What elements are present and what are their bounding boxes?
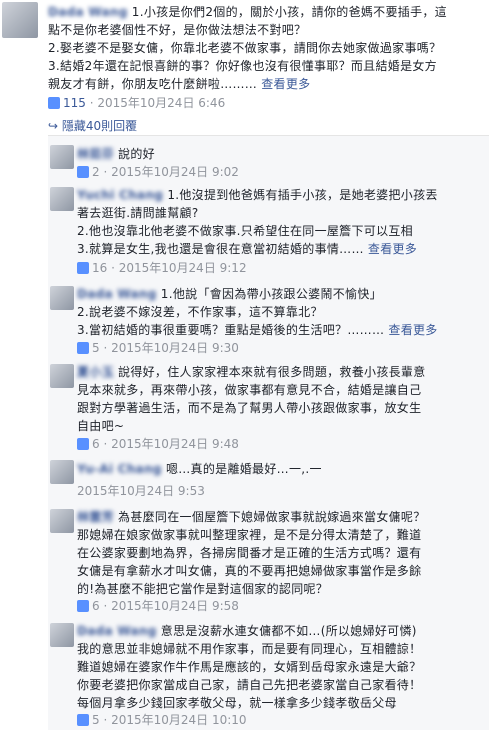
author-name[interactable]: 夏小玉 — [77, 365, 114, 379]
reply-meta: 5 · 2015年10月24日 10:10 — [77, 711, 487, 729]
timestamp[interactable]: 2015年10月24日 9:48 — [111, 437, 239, 451]
avatar[interactable] — [50, 623, 74, 647]
like-icon[interactable] — [77, 438, 89, 450]
reply-meta: 5 · 2015年10月24日 9:30 — [77, 339, 487, 357]
timestamp[interactable]: 2015年10月24日 9:12 — [119, 261, 247, 275]
reply-meta: 2015年10月24日 9:53 — [77, 482, 487, 500]
avatar[interactable] — [50, 145, 74, 169]
reply-text: Yu-Ai Chang 嗯…真的是離婚最好…一,.一 — [77, 462, 322, 476]
like-icon[interactable] — [77, 600, 89, 612]
reply-text: 林茹芬 說的好 — [77, 147, 155, 161]
author-name[interactable]: Dada Wang — [77, 287, 157, 301]
see-more-link[interactable]: 查看更多 — [368, 242, 417, 256]
like-icon[interactable] — [77, 262, 89, 274]
timestamp[interactable]: 2015年10月24日 9:53 — [77, 484, 205, 498]
reply-meta: 16 · 2015年10月24日 9:12 — [77, 259, 487, 277]
like-icon[interactable] — [48, 97, 60, 109]
author-name[interactable]: Yu-Ai Chang — [77, 462, 162, 476]
like-count: 115 — [63, 96, 86, 110]
author-name[interactable]: 林茹芬 — [77, 147, 114, 161]
like-icon[interactable] — [77, 714, 89, 726]
author-name[interactable]: Dada Wang — [77, 624, 157, 638]
reply-text: 林雲芳 為甚麼同在一個屋簷下媳婦做家事就說嫁過來當女傭呢？ 那媳婦在娘家做家事就… — [77, 510, 426, 596]
see-more-link[interactable]: 查看更多 — [261, 77, 310, 91]
reply-meta: 6 · 2015年10月24日 9:48 — [77, 435, 487, 453]
comment-meta: 115 · 2015年10月24日 6:46 — [48, 94, 225, 112]
comment-text: Dada Wang 1.小孩是你們2個的，關於小孩，請你的爸媽不要插手，這 點不… — [48, 5, 447, 91]
avatar[interactable] — [2, 2, 38, 38]
reply-meta: 2 · 2015年10月24日 9:02 — [77, 163, 487, 181]
like-icon[interactable] — [77, 342, 89, 354]
chevron-icon: ↪ — [48, 119, 62, 133]
timestamp[interactable]: 2015年10月24日 9:02 — [111, 165, 239, 179]
reply-text: 夏小玉 說得好，住人家家裡本來就有很多問題，救養小孩長輩意 見本來就多，再來帶小… — [77, 365, 426, 433]
avatar[interactable] — [50, 460, 74, 484]
reply-text: Yuchi Chang 1.他沒提到他爸媽有插手小孩，是她老婆把小孩丟 著去逛街… — [77, 188, 438, 256]
author-name[interactable]: Dada Wang — [48, 5, 128, 19]
reply-meta: 6 · 2015年10月24日 9:58 — [77, 597, 487, 615]
avatar[interactable] — [50, 187, 74, 211]
author-name[interactable]: Yuchi Chang — [77, 188, 163, 202]
like-icon[interactable] — [77, 166, 89, 178]
see-more-link[interactable]: 查看更多 — [388, 323, 437, 337]
avatar[interactable] — [50, 286, 74, 310]
avatar[interactable] — [50, 509, 74, 533]
avatar[interactable] — [50, 364, 74, 388]
reply-text: Dada Wang 意思是沒薪水連女傭都不如…(所以媳婦好可憐) 我的意思並非媳… — [77, 624, 422, 710]
timestamp[interactable]: 2015年10月24日 10:10 — [111, 713, 246, 727]
hidden-replies-toggle[interactable]: ↪ 隱藏40則回覆 — [48, 117, 137, 134]
author-name[interactable]: 林雲芳 — [77, 510, 114, 524]
reply-text: Dada Wang 1.他說「會因為帶小孩跟公婆鬧不愉快」 2.說老婆不嫁沒差，… — [77, 287, 438, 337]
timestamp[interactable]: 2015年10月24日 6:46 — [97, 96, 225, 110]
timestamp[interactable]: 2015年10月24日 9:30 — [111, 341, 239, 355]
timestamp[interactable]: 2015年10月24日 9:58 — [111, 599, 239, 613]
